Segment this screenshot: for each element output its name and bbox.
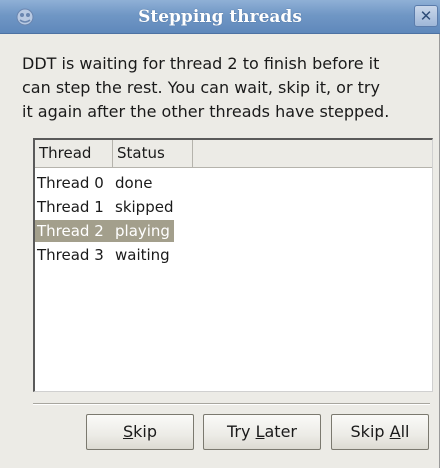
status-cell: skipped [115,198,174,216]
window-title: Stepping threads [138,7,302,27]
stepping-threads-dialog: Stepping threads ✕ DDT is waiting for th… [0,0,440,468]
skip-all-button[interactable]: Skip All [331,414,429,450]
try-later-prefix: Try [227,422,256,441]
titlebar[interactable]: Stepping threads ✕ [0,0,440,34]
table-row[interactable]: Thread 0 done [35,172,156,194]
thread-cell: Thread 0 [37,174,104,192]
separator [33,403,430,405]
status-cell: done [115,174,153,192]
thread-cell: Thread 1 [37,198,104,216]
status-cell: waiting [115,246,170,264]
skip-button[interactable]: Skip [86,414,194,450]
column-header-thread[interactable]: Thread [35,140,113,167]
skip-mnemonic: S [122,422,134,441]
try-later-button[interactable]: Try Later [203,414,321,450]
try-later-rest: ater [264,422,297,441]
skip-all-rest: ll [400,422,410,441]
table-row[interactable]: Thread 1 skipped [35,196,177,218]
close-icon[interactable]: ✕ [414,5,438,27]
skip-label-rest: kip [133,422,158,441]
thread-cell: Thread 3 [37,246,104,264]
skip-all-mnemonic: A [389,422,401,441]
column-header-status[interactable]: Status [113,140,193,167]
threads-table[interactable]: Thread Status Thread 0 done Thread 1 skipp… [33,138,433,392]
thread-cell: Thread 2 [37,222,104,240]
table-row[interactable]: Thread 3 waiting [35,244,174,266]
message-text: DDT is waiting for thread 2 to finish be… [22,54,390,121]
table-row-selected[interactable]: Thread 2 playing [35,220,174,242]
status-cell: playing [115,222,170,240]
skip-all-prefix: Skip [350,422,390,441]
table-header: Thread Status [35,140,432,168]
